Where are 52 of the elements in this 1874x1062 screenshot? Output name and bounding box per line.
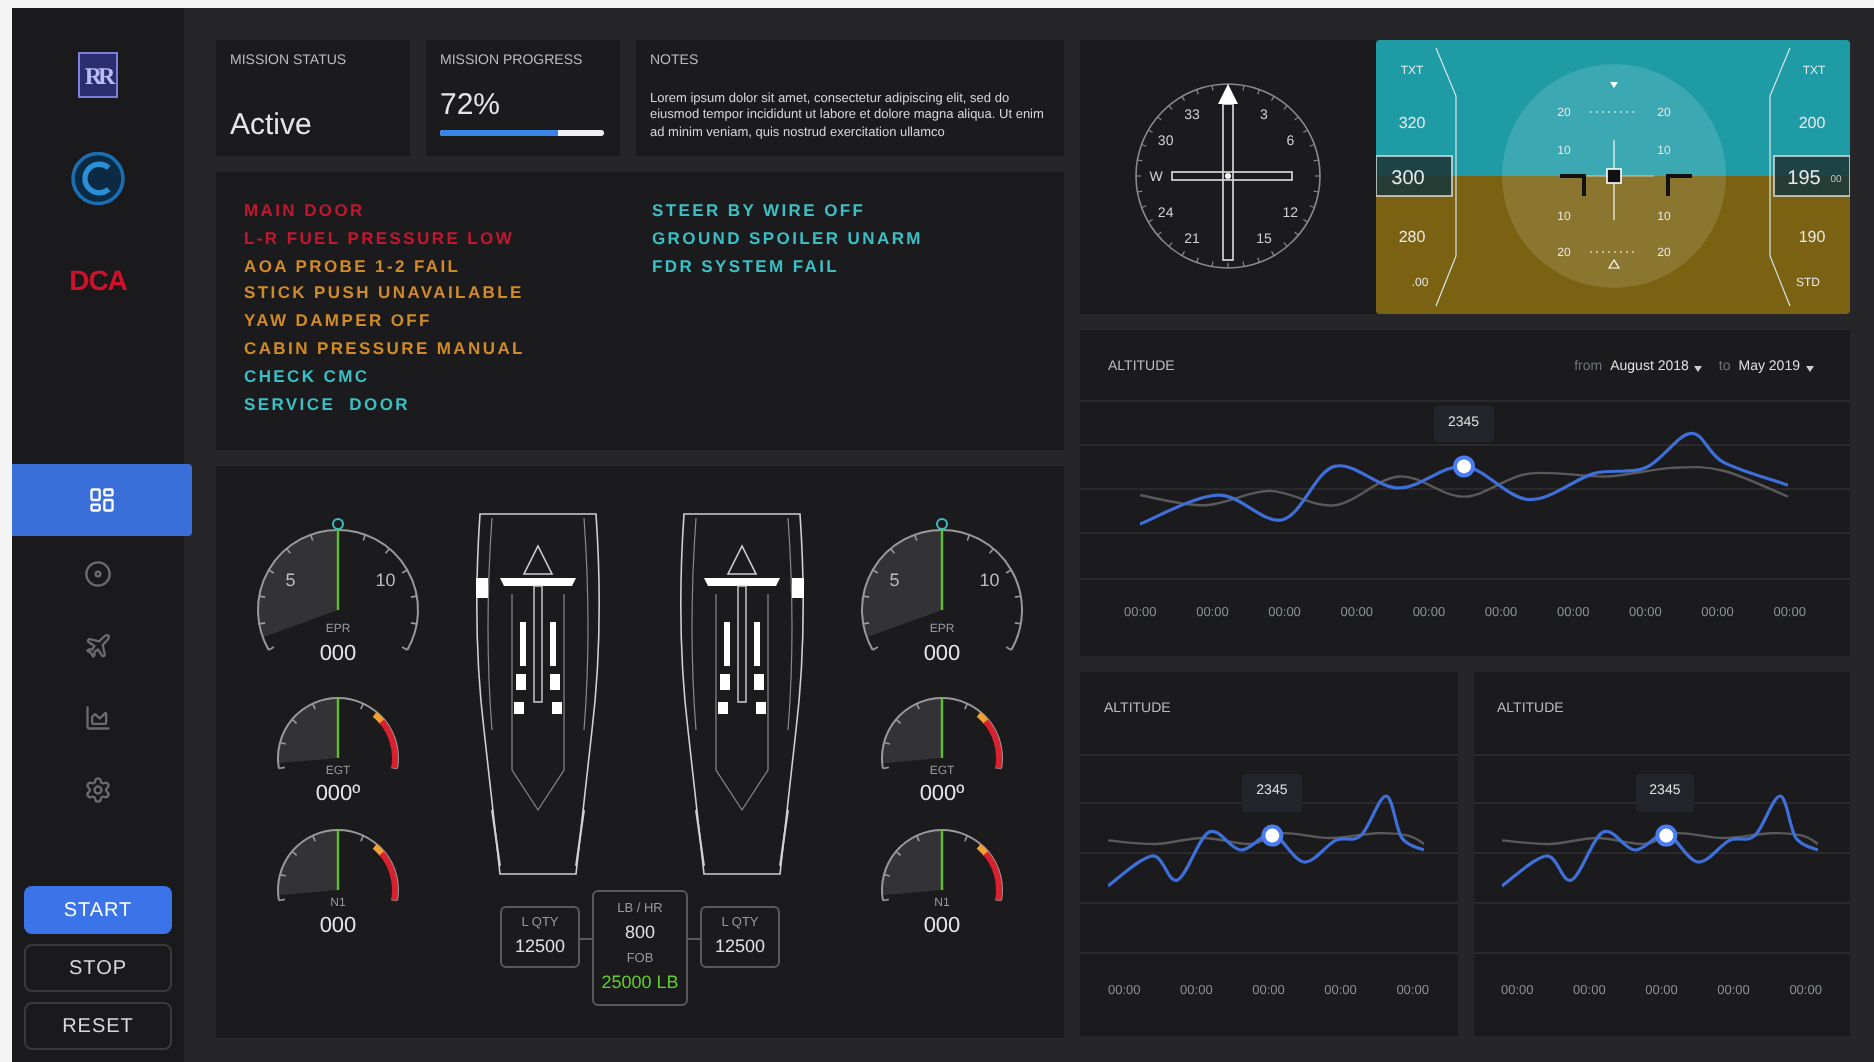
highlight-point: [1654, 823, 1677, 846]
gauge-tick-label: 5: [889, 570, 900, 591]
gauge-value: 000: [923, 914, 961, 938]
caret-icon: [1694, 365, 1703, 372]
monogram-logo: RR: [78, 52, 118, 99]
speed-tape-value: 320: [1398, 114, 1426, 132]
alert-message: MAIN DOOR: [244, 200, 367, 223]
highlight-point: [1453, 454, 1475, 477]
alert-message: GROUND SPOILER UNARM: [652, 227, 923, 251]
fuel-value: 12500: [514, 933, 566, 960]
settings-icon: [84, 776, 112, 804]
highlight-point: [1261, 823, 1284, 846]
alert-message: YAW DAMPER OFF: [244, 310, 434, 333]
alert-message: L-R FUEL PRESSURE LOW: [244, 227, 517, 251]
fuel-value: 800: [624, 919, 656, 945]
control-button[interactable]: START: [24, 886, 172, 934]
alert-message: FDR SYSTEM FAIL: [652, 255, 842, 278]
alert-message: CABIN PRESSURE MANUAL: [244, 337, 527, 361]
gauge-value: 000: [319, 914, 357, 938]
control-button[interactable]: RESET: [24, 1002, 172, 1050]
disc-icon: [84, 560, 112, 588]
nav-item[interactable]: [12, 464, 192, 536]
wordmark-logo: DCA: [69, 262, 127, 300]
altitude-tape-value: 190: [1798, 228, 1826, 246]
gauge-value: 000: [923, 642, 961, 666]
gauge-value: 000º: [315, 782, 361, 806]
progress-value: 72%: [440, 89, 503, 119]
alert-message: CHECK CMC: [244, 365, 372, 389]
caret-icon: [1806, 365, 1814, 372]
chart-icon: [84, 704, 112, 732]
speed-readout: 300: [1391, 168, 1425, 190]
status-value: Active: [230, 110, 314, 140]
dashboard-icon: [88, 486, 116, 514]
alert-message: STEER BY WIRE OFF: [652, 200, 868, 223]
plane-icon: [84, 632, 112, 660]
gauge-tick-label: 5: [285, 570, 296, 591]
control-button[interactable]: STOP: [24, 944, 172, 992]
alert-message: STICK PUSH UNAVAILABLE: [244, 282, 526, 306]
gauge-tick-label: 10: [979, 570, 1000, 591]
fuel-value: 12500: [714, 933, 766, 960]
gauge-value: 000: [319, 642, 357, 666]
alert-message: AOA PROBE 1-2 FAIL: [244, 255, 463, 278]
gauge-value: 000º: [919, 782, 965, 806]
altitude-tape-value: 200: [1798, 114, 1826, 132]
fuel-on-board-value: 25000 LB: [601, 969, 679, 996]
ring-logo-icon: [66, 150, 130, 208]
speed-tape-value: 280: [1398, 228, 1426, 246]
altitude-readout: 195: [1787, 168, 1821, 190]
alert-message: SERVICE DOOR: [244, 393, 412, 416]
gauge-dial-drawing: [881, 829, 1003, 902]
gauge-tick-label: 10: [375, 570, 396, 591]
gauge-dial-drawing: [277, 829, 399, 902]
